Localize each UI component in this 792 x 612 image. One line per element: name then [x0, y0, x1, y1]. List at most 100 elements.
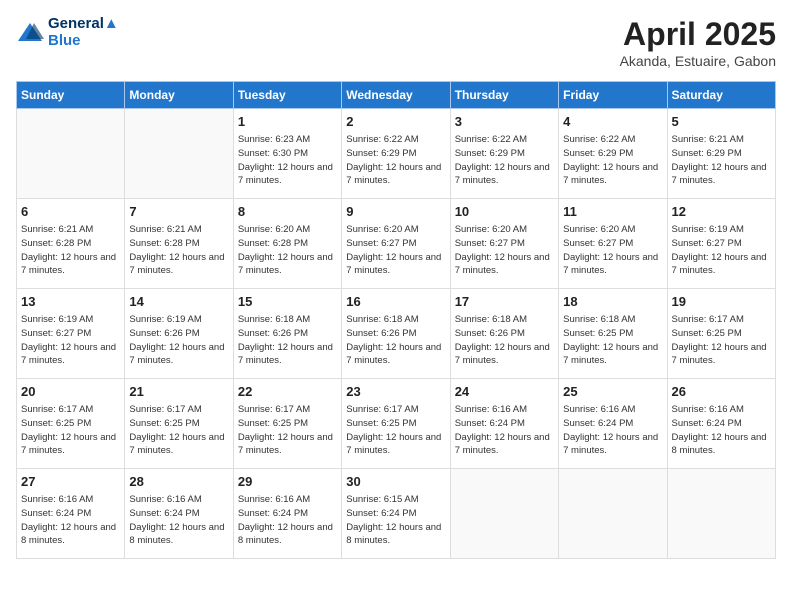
day-info: Sunrise: 6:23 AM Sunset: 6:30 PM Dayligh…: [238, 133, 337, 188]
day-number: 11: [563, 203, 662, 221]
calendar-cell: [450, 469, 558, 559]
day-number: 8: [238, 203, 337, 221]
weekday-header: Friday: [559, 82, 667, 109]
day-number: 9: [346, 203, 445, 221]
weekday-header: Sunday: [17, 82, 125, 109]
day-number: 7: [129, 203, 228, 221]
day-info: Sunrise: 6:19 AM Sunset: 6:26 PM Dayligh…: [129, 313, 228, 368]
day-number: 13: [21, 293, 120, 311]
calendar-week-row: 20 Sunrise: 6:17 AM Sunset: 6:25 PM Dayli…: [17, 379, 776, 469]
day-number: 19: [672, 293, 771, 311]
day-info: Sunrise: 6:21 AM Sunset: 6:28 PM Dayligh…: [21, 223, 120, 278]
calendar-cell: [667, 469, 775, 559]
title-block: April 2025 Akanda, Estuaire, Gabon: [620, 16, 776, 69]
weekday-header-row: SundayMondayTuesdayWednesdayThursdayFrid…: [17, 82, 776, 109]
weekday-header: Wednesday: [342, 82, 450, 109]
day-number: 25: [563, 383, 662, 401]
calendar-cell: 28 Sunrise: 6:16 AM Sunset: 6:24 PM Dayli…: [125, 469, 233, 559]
calendar-cell: 25 Sunrise: 6:16 AM Sunset: 6:24 PM Dayli…: [559, 379, 667, 469]
day-info: Sunrise: 6:15 AM Sunset: 6:24 PM Dayligh…: [346, 493, 445, 548]
calendar-week-row: 6 Sunrise: 6:21 AM Sunset: 6:28 PM Daylig…: [17, 199, 776, 289]
logo-icon: [16, 21, 44, 45]
calendar-cell: 16 Sunrise: 6:18 AM Sunset: 6:26 PM Dayli…: [342, 289, 450, 379]
day-info: Sunrise: 6:18 AM Sunset: 6:26 PM Dayligh…: [238, 313, 337, 368]
calendar-cell: 18 Sunrise: 6:18 AM Sunset: 6:25 PM Dayli…: [559, 289, 667, 379]
day-info: Sunrise: 6:20 AM Sunset: 6:27 PM Dayligh…: [563, 223, 662, 278]
day-info: Sunrise: 6:21 AM Sunset: 6:28 PM Dayligh…: [129, 223, 228, 278]
day-info: Sunrise: 6:17 AM Sunset: 6:25 PM Dayligh…: [238, 403, 337, 458]
day-number: 29: [238, 473, 337, 491]
calendar-cell: 4 Sunrise: 6:22 AM Sunset: 6:29 PM Daylig…: [559, 109, 667, 199]
calendar-cell: 21Sunrise: 6:17 AM Sunset: 6:25 PM Dayli…: [125, 379, 233, 469]
calendar-cell: [125, 109, 233, 199]
weekday-header: Thursday: [450, 82, 558, 109]
day-info: Sunrise: 6:18 AM Sunset: 6:26 PM Dayligh…: [346, 313, 445, 368]
calendar-cell: 8 Sunrise: 6:20 AM Sunset: 6:28 PM Daylig…: [233, 199, 341, 289]
day-info: Sunrise: 6:18 AM Sunset: 6:25 PM Dayligh…: [563, 313, 662, 368]
calendar-cell: 3 Sunrise: 6:22 AM Sunset: 6:29 PM Daylig…: [450, 109, 558, 199]
day-number: 20: [21, 383, 120, 401]
calendar-cell: 27 Sunrise: 6:16 AM Sunset: 6:24 PM Dayli…: [17, 469, 125, 559]
day-number: 2: [346, 113, 445, 131]
day-info: Sunrise: 6:20 AM Sunset: 6:27 PM Dayligh…: [346, 223, 445, 278]
calendar-cell: 23 Sunrise: 6:17 AM Sunset: 6:25 PM Dayli…: [342, 379, 450, 469]
day-number: 16: [346, 293, 445, 311]
day-number: 28: [129, 473, 228, 491]
day-number: 6: [21, 203, 120, 221]
day-info: Sunrise: 6:18 AM Sunset: 6:26 PM Dayligh…: [455, 313, 554, 368]
day-info: Sunrise: 6:21 AM Sunset: 6:29 PM Dayligh…: [672, 133, 771, 188]
day-number: 5: [672, 113, 771, 131]
calendar-week-row: 27 Sunrise: 6:16 AM Sunset: 6:24 PM Dayli…: [17, 469, 776, 559]
logo: General▲ Blue: [16, 16, 119, 49]
day-number: 14: [129, 293, 228, 311]
day-info: Sunrise: 6:17 AM Sunset: 6:25 PM Dayligh…: [21, 403, 120, 458]
calendar-cell: 13 Sunrise: 6:19 AM Sunset: 6:27 PM Dayli…: [17, 289, 125, 379]
calendar-cell: 20 Sunrise: 6:17 AM Sunset: 6:25 PM Dayli…: [17, 379, 125, 469]
calendar-cell: [559, 469, 667, 559]
day-number: 24: [455, 383, 554, 401]
calendar-cell: 9 Sunrise: 6:20 AM Sunset: 6:27 PM Daylig…: [342, 199, 450, 289]
month-title: April 2025: [620, 16, 776, 53]
day-info: Sunrise: 6:16 AM Sunset: 6:24 PM Dayligh…: [455, 403, 554, 458]
calendar-cell: 7 Sunrise: 6:21 AM Sunset: 6:28 PM Daylig…: [125, 199, 233, 289]
day-info: Sunrise: 6:19 AM Sunset: 6:27 PM Dayligh…: [21, 313, 120, 368]
day-info: Sunrise: 6:20 AM Sunset: 6:28 PM Dayligh…: [238, 223, 337, 278]
day-info: Sunrise: 6:16 AM Sunset: 6:24 PM Dayligh…: [672, 403, 771, 458]
day-info: Sunrise: 6:22 AM Sunset: 6:29 PM Dayligh…: [346, 133, 445, 188]
calendar-cell: 14 Sunrise: 6:19 AM Sunset: 6:26 PM Dayli…: [125, 289, 233, 379]
day-info: Sunrise: 6:16 AM Sunset: 6:24 PM Dayligh…: [129, 493, 228, 548]
calendar-cell: 2 Sunrise: 6:22 AM Sunset: 6:29 PM Daylig…: [342, 109, 450, 199]
weekday-header: Saturday: [667, 82, 775, 109]
day-info: Sunrise: 6:22 AM Sunset: 6:29 PM Dayligh…: [455, 133, 554, 188]
weekday-header: Monday: [125, 82, 233, 109]
day-number: 26: [672, 383, 771, 401]
calendar-cell: 10Sunrise: 6:20 AM Sunset: 6:27 PM Dayli…: [450, 199, 558, 289]
calendar-week-row: 13 Sunrise: 6:19 AM Sunset: 6:27 PM Dayli…: [17, 289, 776, 379]
day-number: 10: [455, 203, 554, 221]
day-number: 27: [21, 473, 120, 491]
location: Akanda, Estuaire, Gabon: [620, 53, 776, 69]
weekday-header: Tuesday: [233, 82, 341, 109]
day-number: 3: [455, 113, 554, 131]
day-number: 4: [563, 113, 662, 131]
calendar-cell: 26 Sunrise: 6:16 AM Sunset: 6:24 PM Dayli…: [667, 379, 775, 469]
day-number: 12: [672, 203, 771, 221]
day-info: Sunrise: 6:17 AM Sunset: 6:25 PM Dayligh…: [346, 403, 445, 458]
calendar-cell: [17, 109, 125, 199]
calendar: SundayMondayTuesdayWednesdayThursdayFrid…: [16, 81, 776, 559]
day-number: 18: [563, 293, 662, 311]
calendar-cell: 17Sunrise: 6:18 AM Sunset: 6:26 PM Dayli…: [450, 289, 558, 379]
day-info: Sunrise: 6:16 AM Sunset: 6:24 PM Dayligh…: [563, 403, 662, 458]
day-info: Sunrise: 6:22 AM Sunset: 6:29 PM Dayligh…: [563, 133, 662, 188]
calendar-cell: 30Sunrise: 6:15 AM Sunset: 6:24 PM Dayli…: [342, 469, 450, 559]
day-number: 15: [238, 293, 337, 311]
calendar-cell: 24 Sunrise: 6:16 AM Sunset: 6:24 PM Dayli…: [450, 379, 558, 469]
calendar-cell: 12Sunrise: 6:19 AM Sunset: 6:27 PM Dayli…: [667, 199, 775, 289]
day-info: Sunrise: 6:16 AM Sunset: 6:24 PM Dayligh…: [21, 493, 120, 548]
calendar-cell: 15 Sunrise: 6:18 AM Sunset: 6:26 PM Dayli…: [233, 289, 341, 379]
calendar-cell: 19Sunrise: 6:17 AM Sunset: 6:25 PM Dayli…: [667, 289, 775, 379]
calendar-cell: 5 Sunrise: 6:21 AM Sunset: 6:29 PM Daylig…: [667, 109, 775, 199]
page-header: General▲ Blue April 2025 Akanda, Estuair…: [16, 16, 776, 69]
day-info: Sunrise: 6:17 AM Sunset: 6:25 PM Dayligh…: [129, 403, 228, 458]
day-number: 23: [346, 383, 445, 401]
